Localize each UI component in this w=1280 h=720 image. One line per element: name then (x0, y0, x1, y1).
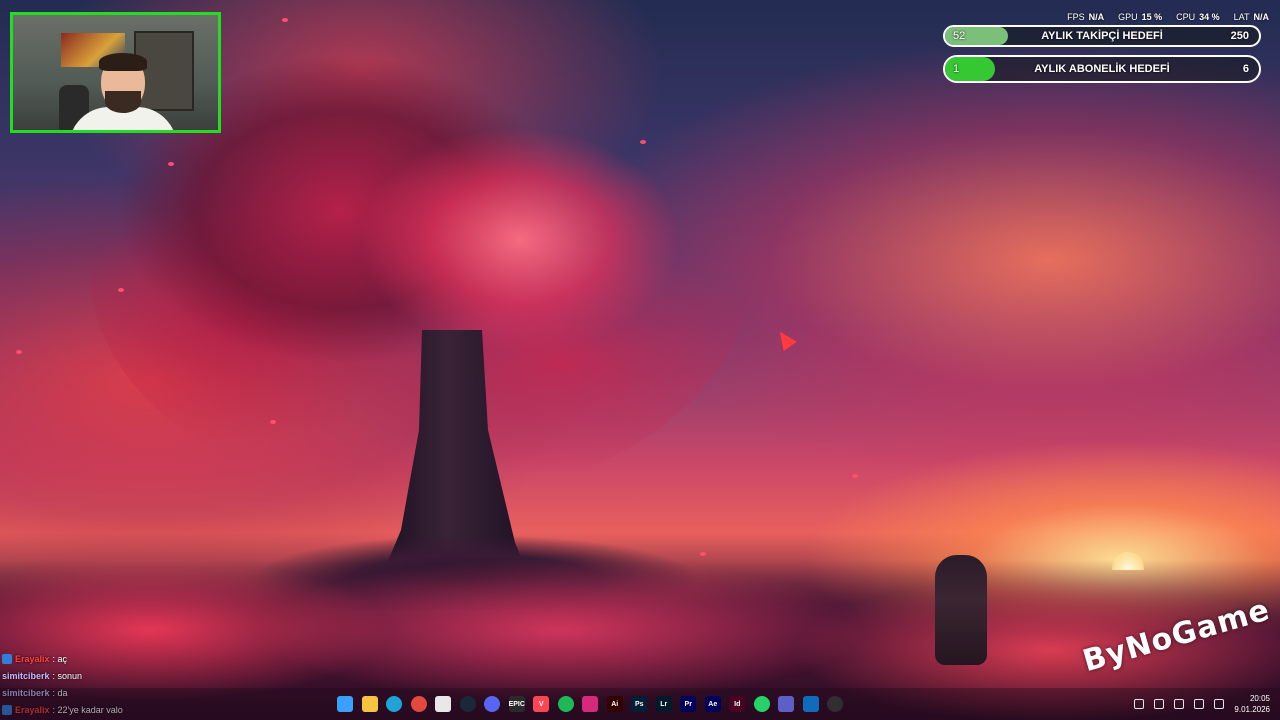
whatsapp-icon (753, 696, 770, 712)
latency-stat: LAT N/A (1234, 12, 1269, 26)
wallpaper-petal (168, 162, 174, 166)
spotify-taskbar-button[interactable] (555, 691, 578, 717)
wallpaper-petal (700, 552, 706, 556)
microsoft-store-taskbar-button[interactable] (432, 691, 455, 717)
subscriber-goal-target: 6 (1242, 63, 1249, 75)
clock-date: 9.01.2026 (1234, 705, 1270, 714)
spotify-icon (557, 696, 574, 712)
valorant-taskbar-button[interactable]: V (530, 691, 553, 717)
teams-icon (778, 696, 795, 712)
epic-games-icon: EPIC (509, 696, 525, 712)
illustrator-icon: Ai (606, 696, 623, 712)
outlook-icon (802, 696, 819, 712)
wallpaper-petal (852, 474, 858, 478)
discord-icon (484, 696, 501, 712)
chat-username: simitciberk (2, 670, 50, 681)
instagram-icon (582, 696, 599, 712)
latency-value: N/A (1253, 12, 1270, 22)
lightroom-taskbar-button[interactable]: Lr (653, 691, 676, 717)
gpu-stat: GPU 15 % (1118, 12, 1162, 26)
webcam-overlay (10, 12, 221, 133)
chrome-taskbar-button[interactable] (408, 691, 431, 717)
premiere-taskbar-button[interactable]: Pr (677, 691, 700, 717)
steam-icon (459, 696, 476, 712)
photoshop-taskbar-button[interactable]: Ps (628, 691, 651, 717)
obs-taskbar-button[interactable] (824, 691, 847, 717)
epic-games-taskbar-button[interactable]: EPIC (506, 691, 529, 717)
file-explorer-taskbar-button[interactable] (359, 691, 382, 717)
illustrator-taskbar-button[interactable]: Ai (604, 691, 627, 717)
system-tray: 20:05 9.01.2026 (1134, 692, 1270, 716)
taskbar-app-icons: EPIC V Ai Ps Lr Pr Ae Id (334, 691, 847, 717)
indesign-taskbar-button[interactable]: Id (726, 691, 749, 717)
cpu-value: 34 % (1199, 12, 1220, 22)
fps-stat: FPS N/A (1067, 12, 1104, 26)
clock-time: 20:05 (1249, 694, 1270, 703)
lightroom-icon: Lr (655, 696, 672, 712)
windows-start-taskbar-button[interactable] (334, 691, 357, 717)
gpu-value: 15 % (1141, 12, 1163, 22)
obs-icon (827, 696, 844, 712)
wallpaper-sitting-girl (935, 555, 987, 665)
taskbar-clock[interactable]: 20:05 9.01.2026 (1234, 693, 1270, 715)
chat-text: : aç (52, 653, 68, 664)
cpu-label: CPU (1176, 12, 1196, 22)
instagram-taskbar-button[interactable] (579, 691, 602, 717)
gpu-label: GPU (1118, 12, 1138, 22)
cpu-stat: CPU 34 % (1176, 12, 1220, 26)
valorant-icon: V (533, 696, 550, 712)
wallpaper-petal (640, 140, 646, 144)
chat-badge-icon (2, 653, 12, 664)
after-effects-taskbar-button[interactable]: Ae (702, 691, 725, 717)
whatsapp-taskbar-button[interactable] (751, 691, 774, 717)
chrome-icon (410, 696, 427, 712)
wifi-icon[interactable] (1174, 699, 1185, 709)
wallpaper-petal (282, 18, 288, 22)
microphone-icon[interactable] (1154, 699, 1165, 709)
chat-message: Erayalix : aç (2, 650, 242, 667)
follower-goal-title: AYLIK TAKİPÇİ HEDEFİ (1041, 30, 1163, 42)
windows-taskbar: EPIC V Ai Ps Lr Pr Ae Id 20:05 9.01.2026 (0, 688, 1280, 720)
performance-stats: FPS N/A GPU 15 % CPU 34 % LAT N/A (1067, 12, 1269, 26)
steam-taskbar-button[interactable] (457, 691, 480, 717)
wallpaper-petal (270, 420, 276, 424)
after-effects-icon: Ae (704, 696, 721, 712)
wallpaper-petal (118, 288, 124, 292)
follower-goal-target: 250 (1230, 30, 1249, 42)
latency-label: LAT (1233, 12, 1250, 22)
volume-icon[interactable] (1194, 699, 1205, 709)
premiere-icon: Pr (680, 696, 697, 712)
indesign-icon: Id (729, 696, 746, 712)
chat-message: simitciberk : sonun (2, 667, 242, 684)
edge-taskbar-button[interactable] (383, 691, 406, 717)
wallpaper-petal (16, 350, 22, 354)
webcam-streamer-beard (105, 91, 141, 113)
follower-goal-bar: 52 AYLIK TAKİPÇİ HEDEFİ 250 (943, 25, 1261, 47)
photoshop-icon: Ps (631, 696, 648, 712)
chat-text: : sonun (52, 670, 83, 681)
discord-taskbar-button[interactable] (481, 691, 504, 717)
fps-label: FPS (1067, 12, 1085, 22)
chat-username: Erayalix (15, 653, 50, 664)
tray-chevron-icon[interactable] (1134, 699, 1145, 709)
file-explorer-icon (361, 696, 378, 712)
microsoft-store-icon (435, 696, 452, 712)
wallpaper-sun (1112, 552, 1144, 570)
fps-value: N/A (1088, 12, 1105, 22)
edge-icon (386, 696, 403, 712)
subscriber-goal-title: AYLIK ABONELİK HEDEFİ (1034, 63, 1170, 75)
teams-taskbar-button[interactable] (775, 691, 798, 717)
battery-icon[interactable] (1214, 699, 1225, 709)
webcam-streamer-hair (99, 53, 147, 71)
outlook-taskbar-button[interactable] (800, 691, 823, 717)
windows-start-icon (337, 696, 354, 712)
subscriber-goal-bar: 1 AYLIK ABONELİK HEDEFİ 6 (943, 55, 1261, 83)
